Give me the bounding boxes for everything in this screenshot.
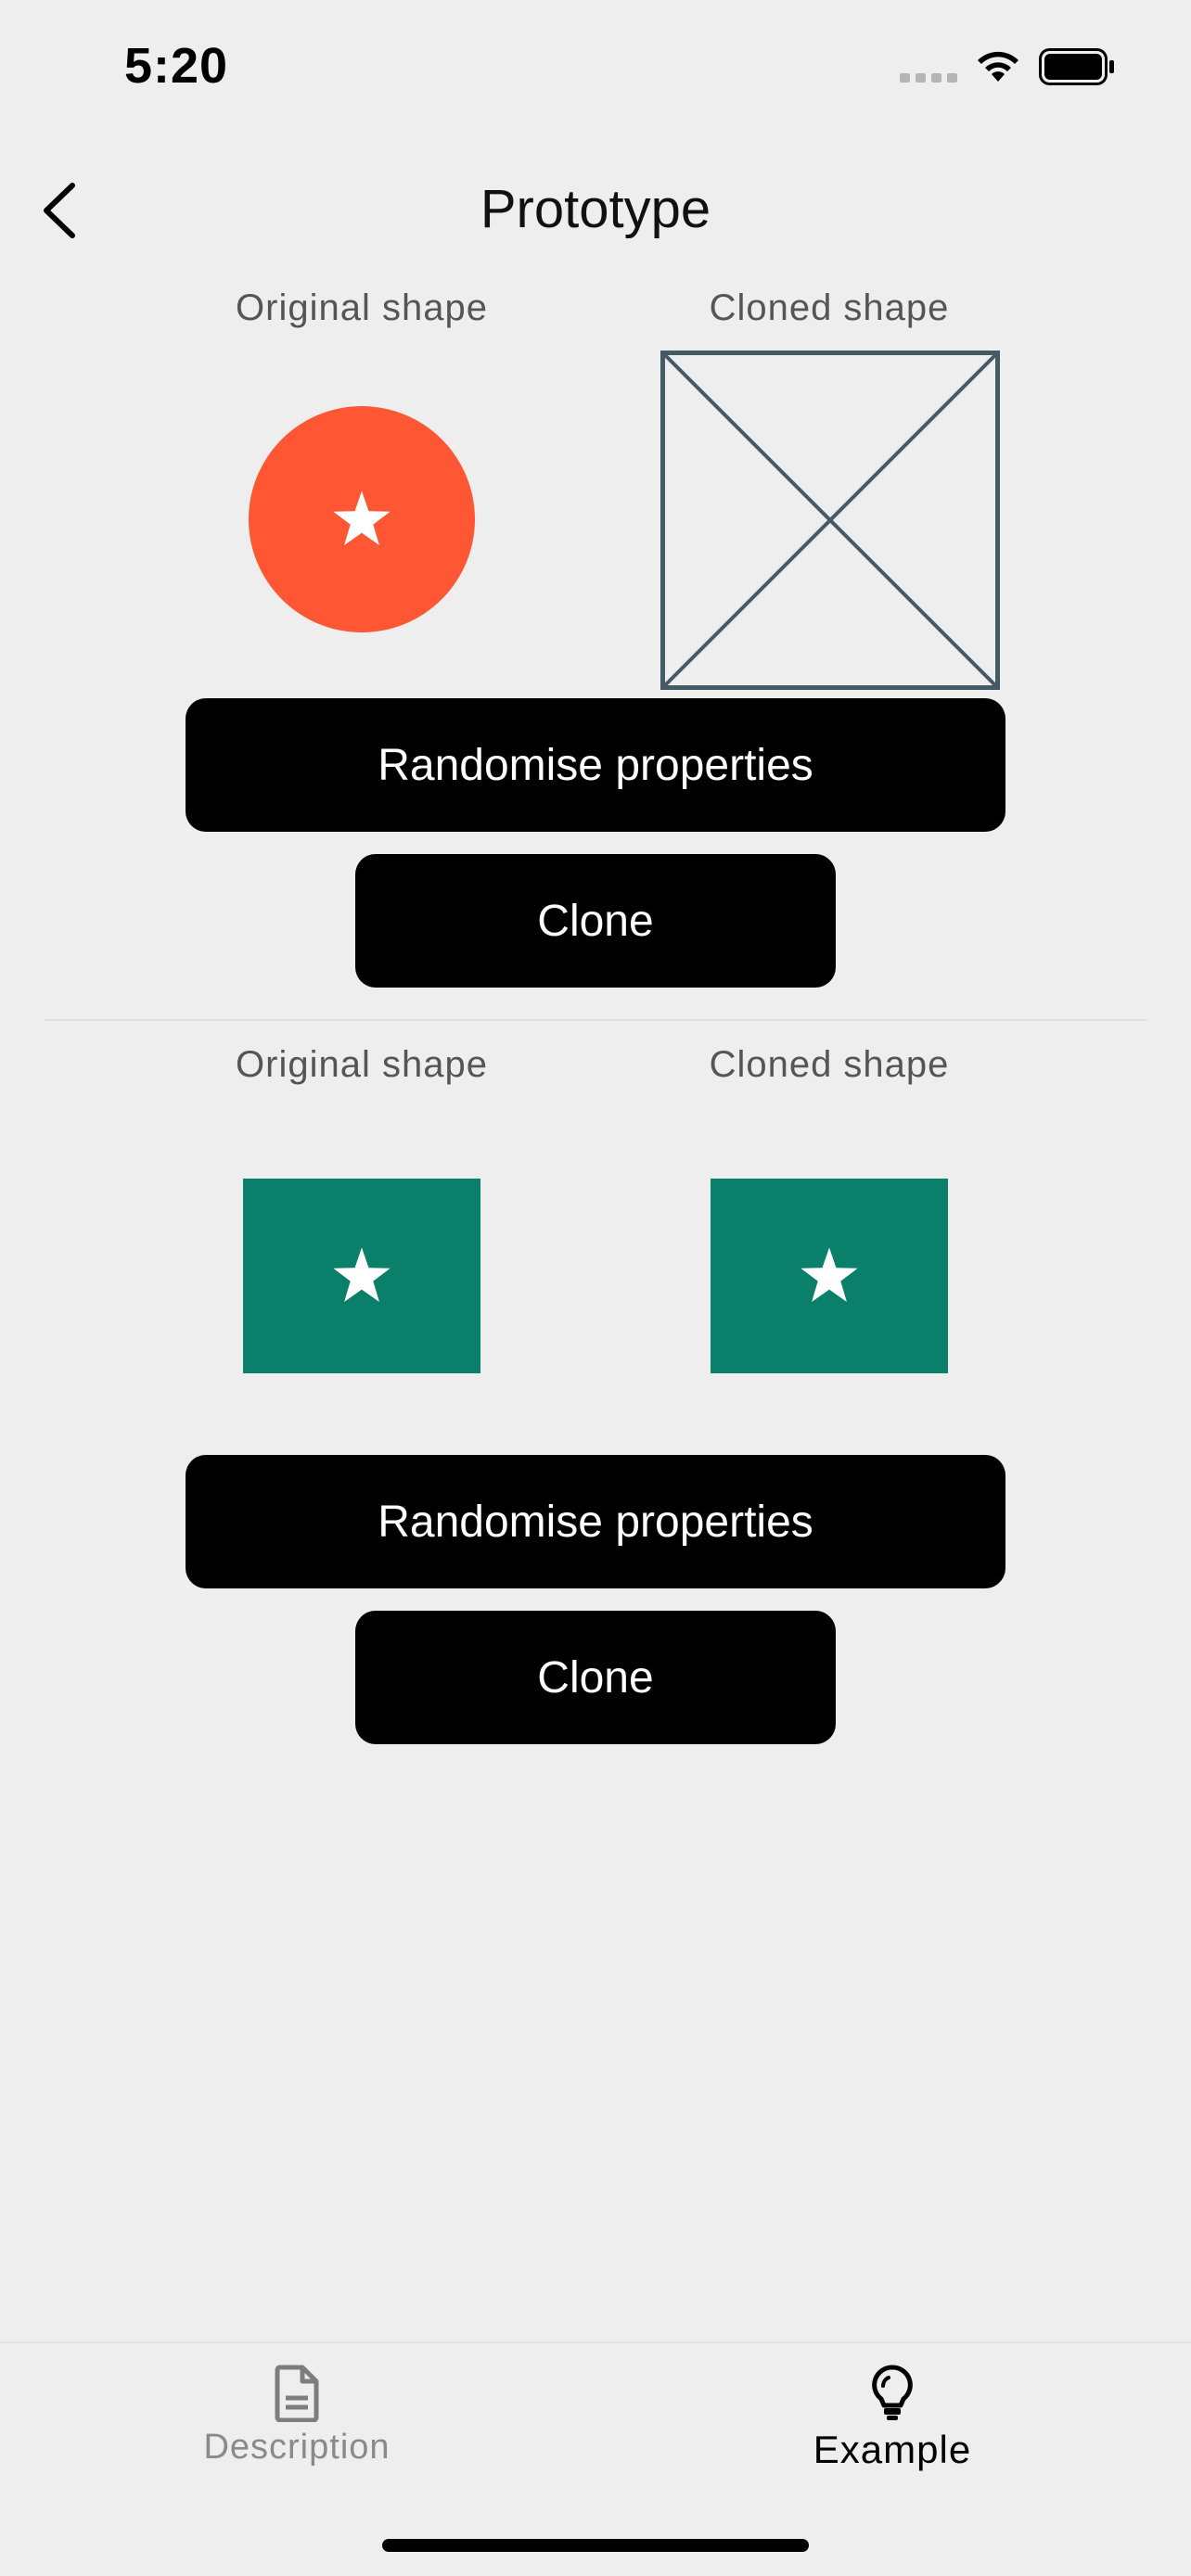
status-time: 5:20 bbox=[124, 38, 229, 94]
tab-example[interactable]: Example bbox=[707, 2365, 1078, 2472]
wifi-icon bbox=[978, 51, 1018, 82]
original-shape-label: Original shape bbox=[236, 1044, 488, 1085]
cloned-shape-label: Cloned shape bbox=[709, 1044, 950, 1085]
lightbulb-icon bbox=[872, 2365, 913, 2420]
clone-button[interactable]: Clone bbox=[355, 1611, 836, 1744]
star-icon bbox=[800, 1247, 858, 1302]
star-icon bbox=[333, 491, 391, 545]
randomise-properties-button[interactable]: Randomise properties bbox=[186, 1455, 1005, 1588]
star-icon bbox=[333, 1247, 391, 1302]
cloned-shape-label: Cloned shape bbox=[709, 287, 950, 328]
tab-description[interactable]: Description bbox=[111, 2365, 482, 2468]
document-icon bbox=[275, 2365, 319, 2422]
cloned-rectangle-shape bbox=[711, 1179, 948, 1373]
randomise-properties-button[interactable]: Randomise properties bbox=[186, 698, 1005, 832]
battery-icon bbox=[1039, 48, 1114, 85]
home-indicator[interactable] bbox=[382, 2539, 809, 2552]
cellular-signal-icon bbox=[900, 73, 957, 83]
tab-example-label: Example bbox=[813, 2428, 972, 2471]
section-divider bbox=[45, 1019, 1146, 1021]
original-circle-shape bbox=[249, 406, 475, 632]
original-shape-label: Original shape bbox=[236, 287, 488, 328]
original-rectangle-shape bbox=[243, 1179, 480, 1373]
clone-button[interactable]: Clone bbox=[355, 854, 836, 988]
page-title: Prototype bbox=[480, 179, 711, 239]
tab-description-label: Description bbox=[203, 2428, 391, 2467]
cloned-shape-placeholder bbox=[660, 351, 1000, 690]
tab-bar-divider bbox=[0, 2341, 1191, 2343]
